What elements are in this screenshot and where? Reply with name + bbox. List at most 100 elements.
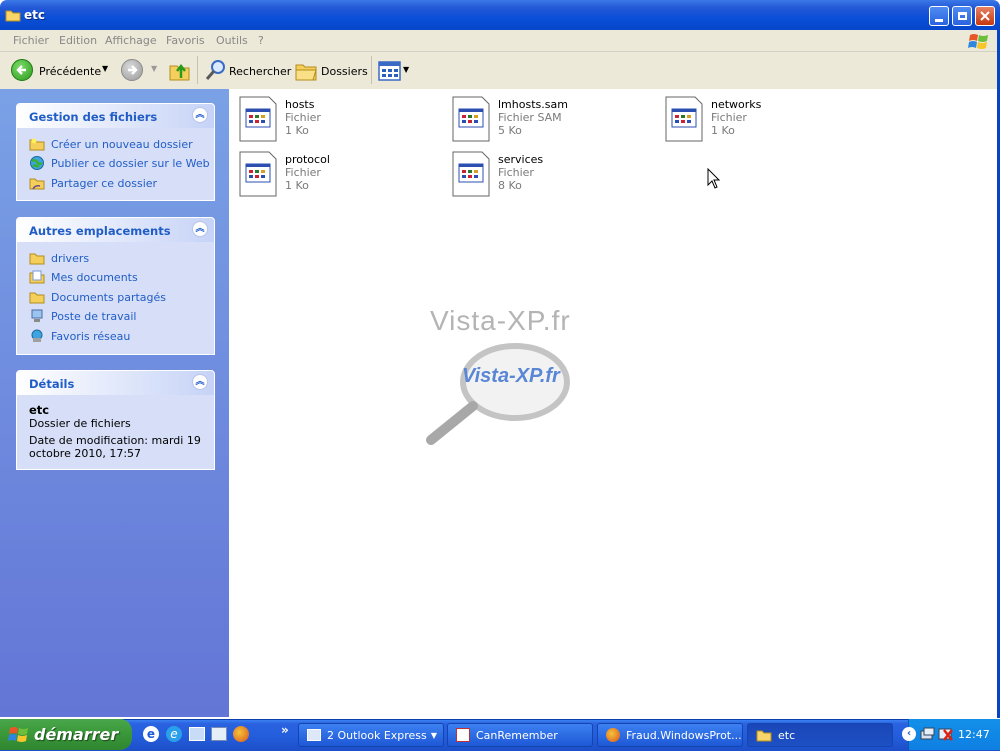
file-item-protocol[interactable]: protocol Fichier 1 Ko [239, 151, 439, 201]
place-shared-documents[interactable]: Documents partagés [29, 288, 166, 306]
file-icon [239, 96, 277, 142]
forward-arrow-icon [121, 59, 143, 81]
folder-up-icon[interactable] [168, 58, 192, 82]
quicklaunch-ie-icon[interactable]: e [143, 726, 159, 742]
file-item-services[interactable]: services Fichier 8 Ko [452, 151, 652, 201]
task-share-folder[interactable]: Partager ce dossier [29, 174, 157, 192]
file-item-lmhosts[interactable]: lmhosts.sam Fichier SAM 5 Ko [452, 96, 652, 146]
collapse-chevron-icon[interactable]: ︽ [192, 107, 208, 123]
search-icon[interactable] [204, 58, 228, 82]
group-dropdown-icon[interactable]: ▼ [431, 731, 437, 740]
other-places-panel: Autres emplacements ︽ drivers Mes docume… [16, 217, 215, 355]
menu-favoris[interactable]: Favoris [166, 34, 205, 47]
file-type: Fichier [711, 111, 747, 124]
taskbar-button-label: CanRemember [476, 728, 558, 742]
file-size: 5 Ko [498, 124, 522, 137]
close-button[interactable] [975, 6, 995, 26]
quicklaunch-more[interactable]: » [281, 723, 289, 737]
place-network[interactable]: Favoris réseau [29, 327, 130, 345]
watermark-text: Vista-XP.fr [430, 305, 571, 336]
tray-network-icon[interactable] [920, 727, 936, 741]
details-header[interactable]: Détails ︽ [17, 371, 214, 395]
taskbar-button-label: etc [778, 728, 796, 742]
canremember-icon [456, 728, 470, 742]
menu-affichage[interactable]: Affichage [105, 34, 157, 47]
windows-logo [958, 30, 1000, 51]
forward-button[interactable] [121, 59, 143, 81]
computer-icon [31, 309, 43, 322]
clock[interactable]: 12:47 [958, 728, 990, 741]
place-my-documents[interactable]: Mes documents [29, 268, 138, 286]
back-label[interactable]: Précédente [39, 65, 101, 78]
search-label[interactable]: Rechercher [229, 65, 291, 78]
file-size: 1 Ko [285, 179, 309, 192]
taskbar-button-firefox[interactable]: Fraud.WindowsProt... [597, 723, 743, 747]
folder-icon [29, 292, 45, 304]
menu-outils[interactable]: Outils [216, 34, 248, 47]
file-tasks-header[interactable]: Gestion des fichiers ︽ [17, 104, 214, 128]
file-name: networks [711, 98, 762, 111]
file-icon [239, 151, 277, 197]
menu-fichier[interactable]: Fichier [13, 34, 49, 47]
file-type: Fichier [498, 166, 534, 179]
place-label: Documents partagés [51, 290, 166, 304]
tray-security-alert-icon[interactable] [938, 727, 954, 741]
minimize-button[interactable] [929, 6, 949, 26]
place-label: Mes documents [51, 270, 138, 284]
place-my-computer[interactable]: Poste de travail [29, 307, 136, 325]
toolbar-separator [371, 56, 372, 84]
folders-label[interactable]: Dossiers [321, 65, 368, 78]
quicklaunch-ie2-icon[interactable]: e [166, 726, 182, 742]
start-label[interactable]: démarrer [34, 725, 118, 744]
details-modified-line2: octobre 2010, 17:57 [29, 447, 142, 460]
file-item-networks[interactable]: networks Fichier 1 Ko [665, 96, 865, 146]
file-name: protocol [285, 153, 330, 166]
task-new-folder[interactable]: Créer un nouveau dossier [29, 135, 193, 153]
details-kind: Dossier de fichiers [29, 417, 131, 430]
menu-help[interactable]: ? [258, 34, 264, 47]
file-name: hosts [285, 98, 315, 111]
close-icon [980, 11, 990, 21]
back-arrow-icon [11, 59, 33, 81]
place-label: Poste de travail [51, 309, 137, 323]
network-icon [31, 329, 43, 342]
task-label: Créer un nouveau dossier [51, 137, 193, 151]
place-label: drivers [51, 251, 90, 265]
file-item-hosts[interactable]: hosts Fichier 1 Ko [239, 96, 439, 146]
back-button[interactable] [11, 59, 33, 81]
tray-expand-icon[interactable]: ‹ [902, 727, 916, 741]
task-publish-web[interactable]: Publier ce dossier sur le Web [29, 154, 210, 172]
collapse-chevron-icon[interactable]: ︽ [192, 374, 208, 390]
back-dropdown-icon[interactable]: ▼ [102, 64, 108, 73]
documents-folder-icon [29, 270, 45, 284]
magnifier-watermark-icon [426, 343, 570, 445]
file-tasks-title: Gestion des fichiers [29, 110, 158, 124]
other-places-title: Autres emplacements [29, 224, 171, 238]
globe-icon [30, 156, 44, 170]
place-drivers[interactable]: drivers [29, 249, 89, 267]
menu-edition[interactable]: Edition [59, 34, 97, 47]
taskbar-button-outlook[interactable]: 2 Outlook Express ▼ [298, 723, 444, 747]
maximize-button[interactable] [952, 6, 972, 26]
quicklaunch-desktop-icon[interactable] [189, 727, 205, 741]
file-type: Fichier SAM [498, 111, 562, 124]
folders-icon[interactable] [294, 60, 318, 82]
other-places-header[interactable]: Autres emplacements ︽ [17, 218, 214, 242]
quicklaunch-mail-icon[interactable] [211, 727, 227, 741]
taskbar-button-etc[interactable]: etc [747, 723, 893, 747]
title-bar[interactable] [0, 0, 1000, 30]
mouse-cursor-icon [707, 168, 721, 189]
views-icon[interactable] [378, 60, 402, 82]
collapse-chevron-icon[interactable]: ︽ [192, 221, 208, 237]
taskbar-button-canremember[interactable]: CanRemember [447, 723, 593, 747]
new-folder-icon [29, 138, 45, 151]
task-label: Publier ce dossier sur le Web [51, 156, 210, 170]
forward-dropdown-icon[interactable]: ▼ [151, 64, 157, 73]
views-dropdown-icon[interactable]: ▼ [403, 65, 409, 74]
toolbar-separator [197, 56, 198, 84]
file-icon [452, 151, 490, 197]
details-name: etc [29, 403, 50, 417]
quicklaunch-firefox-icon[interactable] [233, 726, 249, 742]
folder-icon [756, 730, 772, 742]
file-size: 1 Ko [285, 124, 309, 137]
